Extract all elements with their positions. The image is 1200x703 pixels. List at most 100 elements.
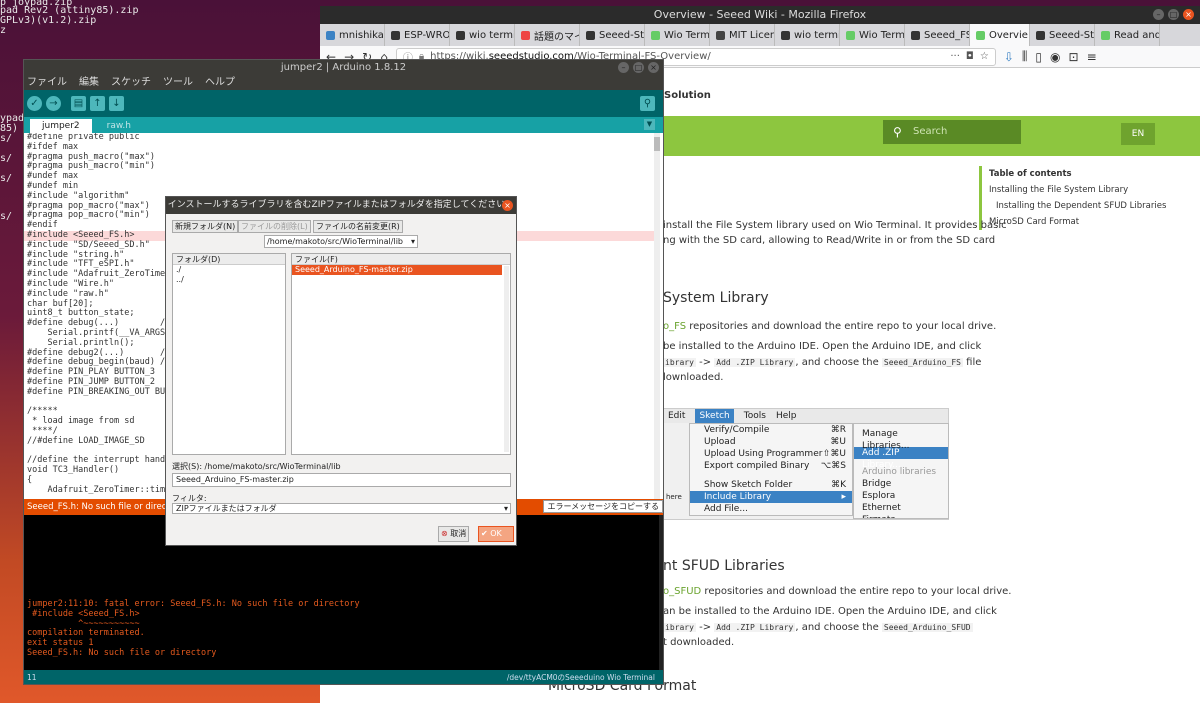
- screenshot-submenu-row: Firmata: [854, 514, 948, 518]
- browser-tab[interactable]: wio termin: [450, 24, 515, 46]
- toc-item[interactable]: Installing the File System Library: [989, 182, 1166, 198]
- chevron-down-icon: ▾: [503, 504, 508, 513]
- screenshot-menu-item: Tools: [743, 411, 766, 421]
- bookmark-star-icon[interactable]: ☆: [980, 51, 989, 62]
- menu-tools[interactable]: ツール: [163, 76, 193, 90]
- cancel-button[interactable]: ⊗ 取消: [438, 526, 470, 542]
- page-actions-icon[interactable]: ···: [950, 51, 960, 62]
- downloads-icon[interactable]: ⇩: [1004, 50, 1014, 64]
- tab-favicon-icon: [326, 30, 335, 40]
- code-line[interactable]: #undef max: [24, 171, 660, 182]
- sidebar-icon[interactable]: ▯: [1035, 50, 1042, 64]
- browser-tab[interactable]: wio termin: [775, 24, 840, 46]
- tab-label: Seeed-Stu: [599, 29, 645, 41]
- screenshot-menu-row: Show Sketch Folder ⌘K: [704, 480, 846, 490]
- arduino-titlebar: jumper2 | Arduino 1.8.12 – □ ×: [24, 60, 663, 76]
- section-heading: System Library: [663, 290, 769, 306]
- tab-favicon-icon: [781, 30, 790, 40]
- new-sketch-icon[interactable]: ▤: [71, 96, 86, 111]
- delete-file-button[interactable]: ファイルの削除(L): [238, 220, 311, 233]
- window-title: jumper2 | Arduino 1.8.12: [280, 62, 407, 73]
- tab-jumper2[interactable]: jumper2: [30, 119, 92, 133]
- table-of-contents: Table of contents Installing the File Sy…: [979, 166, 1166, 230]
- toc-item[interactable]: MicroSD Card Format: [989, 214, 1166, 230]
- browser-tab[interactable]: MIT Licens: [710, 24, 775, 46]
- menu-file[interactable]: ファイル: [27, 76, 67, 90]
- menu-sketch[interactable]: スケッチ: [111, 76, 151, 90]
- tab-menu-icon[interactable]: ▼: [644, 119, 655, 130]
- cancel-icon: ⊗: [441, 529, 448, 538]
- status-bar: 11 /dev/ttyACM0のSeeeduino Wio Terminal: [24, 670, 663, 684]
- paragraph: ibrary -> Add .ZIP Library, and choose t…: [663, 357, 982, 368]
- save-sketch-icon[interactable]: ↓: [109, 96, 124, 111]
- browser-tab[interactable]: Wio Termi: [840, 24, 905, 46]
- close-icon[interactable]: ×: [648, 62, 659, 73]
- maximize-icon[interactable]: □: [1168, 9, 1179, 20]
- terminal-line: z: [0, 25, 7, 36]
- folder-item[interactable]: ../: [173, 275, 285, 285]
- console-scrollbar[interactable]: [659, 515, 663, 670]
- paragraph: o_SFUD repositories and download the ent…: [663, 586, 1012, 597]
- chevron-down-icon: ▾: [410, 237, 415, 246]
- folder-list[interactable]: フォルダ(D) ./ ../: [172, 253, 286, 455]
- file-list-scrollbar[interactable]: [504, 266, 509, 452]
- close-icon[interactable]: ×: [1183, 9, 1194, 20]
- browser-tab[interactable]: 話題のマイ: [515, 24, 580, 46]
- folder-item[interactable]: ./: [173, 265, 285, 275]
- rename-file-button[interactable]: ファイルの名前変更(R): [313, 220, 403, 233]
- file-list[interactable]: ファイル(F) Seeed_Arduino_FS-master.zip: [291, 253, 511, 455]
- filter-dropdown[interactable]: ZIPファイルまたはフォルダ ▾: [172, 503, 511, 514]
- screenshot-menu-item: Help: [775, 411, 797, 421]
- editor-scrollbar[interactable]: [654, 133, 660, 499]
- status-board-port: /dev/ttyACM0のSeeeduino Wio Terminal: [506, 673, 655, 682]
- screenshot-menubar: Edit Sketch Tools Help: [664, 409, 948, 423]
- browser-tab[interactable]: Read and V: [1095, 24, 1160, 46]
- toc-item[interactable]: Installing the Dependent SFUD Libraries: [989, 198, 1166, 214]
- path-dropdown[interactable]: /home/makoto/src/WioTerminal/lib ▾: [264, 235, 418, 248]
- repo-link[interactable]: o_FS: [663, 321, 686, 332]
- minimize-icon[interactable]: –: [618, 62, 629, 73]
- upload-icon[interactable]: →: [46, 96, 61, 111]
- screenshot-icon[interactable]: ⊡: [1069, 50, 1079, 64]
- search-input[interactable]: ⚲ Search: [883, 120, 1021, 144]
- tab-favicon-icon: [456, 30, 465, 40]
- menu-edit[interactable]: 編集: [79, 76, 99, 90]
- code-line[interactable]: #pragma push_macro("min"): [24, 162, 660, 172]
- account-icon[interactable]: ◉: [1050, 50, 1060, 64]
- maximize-icon[interactable]: □: [633, 62, 644, 73]
- ok-button[interactable]: ✔ OK: [478, 526, 514, 542]
- code-line[interactable]: #define private public: [24, 133, 660, 143]
- browser-tab[interactable]: Seeed-Stu: [1030, 24, 1095, 46]
- tab-raw-h[interactable]: raw.h: [95, 119, 143, 133]
- copy-error-button[interactable]: エラーメッセージをコピーする: [543, 500, 663, 513]
- terminal-line: GPLv3)(v1.2).zip: [0, 15, 97, 26]
- repo-link[interactable]: o_SFUD: [663, 586, 701, 597]
- terminal-line: s/: [0, 173, 13, 184]
- menu-help[interactable]: ヘルプ: [205, 76, 235, 90]
- browser-tab[interactable]: ESP-WROC: [385, 24, 450, 46]
- minimize-icon[interactable]: –: [1153, 9, 1164, 20]
- library-icon[interactable]: ⫼: [1022, 49, 1028, 64]
- new-folder-button[interactable]: 新規フォルダ(N): [172, 220, 239, 233]
- browser-tab[interactable]: Seeed-Stu: [580, 24, 645, 46]
- tab-label: wio termin: [469, 29, 514, 41]
- browser-tab[interactable]: Seeed_FS.h: [905, 24, 970, 46]
- hamburger-menu-icon[interactable]: ≡: [1087, 50, 1097, 64]
- pocket-icon[interactable]: ◘: [966, 51, 974, 62]
- status-line-number: 11: [27, 673, 37, 682]
- browser-tab[interactable]: mnishikaw: [320, 24, 385, 46]
- open-sketch-icon[interactable]: ↑: [90, 96, 105, 111]
- language-button[interactable]: EN: [1121, 123, 1155, 145]
- selection-input[interactable]: Seeed_Arduino_FS-master.zip: [172, 473, 511, 487]
- terminal-line: s/: [0, 133, 13, 144]
- screenshot-submenu-row: Bridge: [862, 479, 892, 489]
- serial-monitor-icon[interactable]: ⚲: [640, 96, 655, 111]
- tab-label: Wio Termi: [664, 29, 710, 41]
- verify-icon[interactable]: ✓: [27, 96, 42, 111]
- file-item[interactable]: Seeed_Arduino_FS-master.zip: [292, 265, 502, 275]
- screenshot-submenu-row: Arduino libraries: [862, 467, 937, 477]
- browser-tab[interactable]: Wio Termi: [645, 24, 710, 46]
- close-icon[interactable]: ×: [502, 200, 513, 211]
- browser-tab-active[interactable]: Overvie×: [970, 24, 1030, 46]
- screenshot-menu-row: Include Library ▸: [690, 491, 852, 503]
